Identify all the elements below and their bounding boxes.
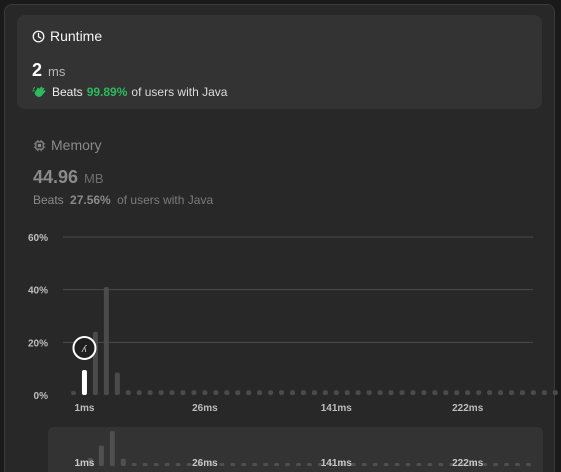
bar[interactable] <box>136 390 142 395</box>
bar[interactable] <box>487 390 493 395</box>
bar[interactable] <box>224 390 230 395</box>
navigator-tick-label: 222ms <box>452 458 484 469</box>
y-tick-label: 0% <box>34 391 49 402</box>
navigator-bar <box>109 431 115 466</box>
bar[interactable] <box>158 390 164 395</box>
bar[interactable] <box>333 390 339 395</box>
x-tick-label: 1ms <box>74 403 94 414</box>
bar[interactable] <box>300 390 306 395</box>
navigator-bar <box>372 463 378 466</box>
navigator-bar <box>515 463 520 466</box>
bar[interactable] <box>443 390 449 395</box>
bar[interactable] <box>476 390 482 395</box>
bar[interactable] <box>147 390 153 395</box>
bar[interactable] <box>114 372 120 395</box>
navigator-bar <box>416 463 422 466</box>
bar[interactable] <box>454 390 460 395</box>
bar[interactable] <box>279 390 285 395</box>
y-tick-label: 40% <box>28 286 48 297</box>
bar[interactable] <box>465 390 471 395</box>
navigator-bar <box>98 445 104 466</box>
bar-selected[interactable] <box>81 369 87 395</box>
bar[interactable] <box>355 390 361 395</box>
bar[interactable] <box>322 390 328 395</box>
x-tick-label: 222ms <box>452 403 484 414</box>
bar[interactable] <box>388 390 394 395</box>
bar[interactable] <box>125 390 131 395</box>
bar[interactable] <box>344 390 350 395</box>
bar[interactable] <box>311 390 317 395</box>
user-avatar-icon: ʎ <box>81 345 88 355</box>
navigator-bar <box>263 463 269 466</box>
navigator-tick-label: 26ms <box>192 458 218 469</box>
navigator-bar <box>274 463 280 466</box>
navigator-bar <box>383 463 389 466</box>
bar[interactable] <box>268 390 274 395</box>
bar[interactable] <box>399 390 405 395</box>
bar[interactable] <box>235 390 241 395</box>
navigator-bar <box>230 463 236 466</box>
bar[interactable] <box>377 390 383 395</box>
navigator-bar <box>120 458 126 466</box>
bar[interactable] <box>257 390 263 395</box>
navigator-bar <box>241 463 247 466</box>
bar[interactable] <box>509 390 514 395</box>
bar[interactable] <box>541 390 547 395</box>
bar[interactable] <box>290 390 295 395</box>
bar[interactable] <box>366 390 372 395</box>
bar[interactable] <box>432 390 438 395</box>
bar[interactable] <box>71 391 76 395</box>
navigator-bar <box>142 463 148 466</box>
navigator-bar <box>493 463 499 466</box>
navigator-bar <box>427 463 433 466</box>
distribution-chart: 60%40%20%0%ʎ1ms26ms141ms222ms237ms1ms26m… <box>28 233 558 469</box>
bar[interactable] <box>103 287 109 395</box>
navigator-bar <box>131 463 137 466</box>
navigator-bar <box>405 463 411 466</box>
bar[interactable] <box>191 390 197 395</box>
y-tick-label: 20% <box>28 338 48 349</box>
bar[interactable] <box>552 390 558 395</box>
navigator-tick-label: 141ms <box>321 458 353 469</box>
navigator-bar <box>285 463 291 466</box>
bar[interactable] <box>498 390 504 395</box>
x-tick-label: 141ms <box>321 403 353 414</box>
bar[interactable] <box>421 390 427 395</box>
navigator-tick-label: 1ms <box>74 458 94 469</box>
navigator-bar <box>153 463 159 466</box>
navigator-bar <box>394 463 400 466</box>
navigator-bar <box>219 463 225 466</box>
navigator-bar <box>175 463 181 466</box>
navigator-bar <box>296 463 301 466</box>
bar[interactable] <box>246 390 252 395</box>
navigator-bar <box>164 463 170 466</box>
y-tick-label: 60% <box>28 233 48 244</box>
bar[interactable] <box>202 390 208 395</box>
navigator-bar <box>306 463 312 466</box>
bar[interactable] <box>213 390 219 395</box>
navigator-bar <box>438 463 444 466</box>
navigator-bar <box>186 463 192 466</box>
navigator-bar <box>525 463 531 466</box>
bar[interactable] <box>530 390 536 395</box>
bar[interactable] <box>169 390 175 395</box>
x-tick-label: 26ms <box>192 403 218 414</box>
navigator-bar <box>361 463 367 466</box>
bar[interactable] <box>410 390 416 395</box>
bar[interactable] <box>519 390 525 395</box>
navigator-bar <box>504 463 510 466</box>
bar[interactable] <box>180 390 186 395</box>
navigator-bar <box>252 463 258 466</box>
